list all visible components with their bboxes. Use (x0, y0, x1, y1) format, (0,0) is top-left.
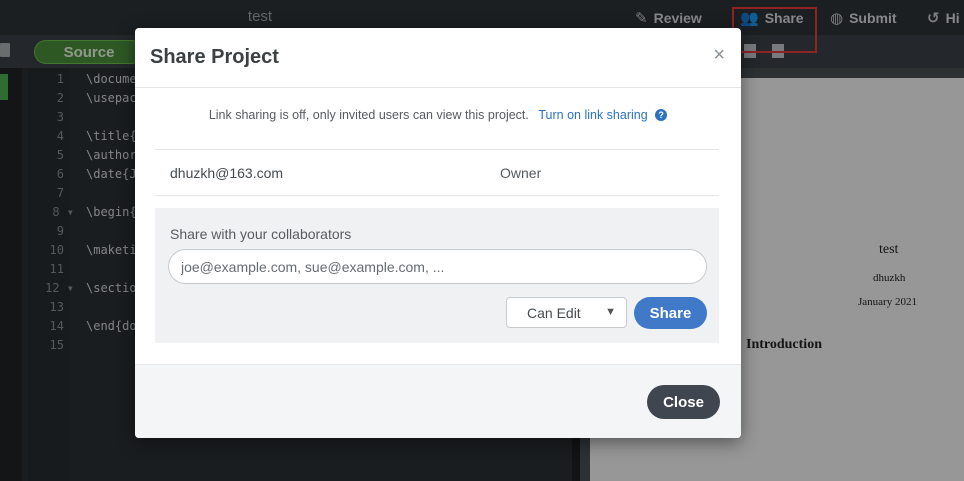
modal-footer: Close (135, 364, 741, 438)
invite-panel: Share with your collaborators Can Edit ▼… (155, 208, 719, 343)
permission-select[interactable]: Can Edit ▼ (506, 297, 627, 328)
link-sharing-status: Link sharing is off, only invited users … (208, 108, 529, 122)
member-role: Owner (500, 165, 542, 181)
link-sharing-row: Link sharing is off, only invited users … (135, 108, 741, 122)
help-icon[interactable]: ? (655, 109, 668, 121)
modal-header: Share Project × (135, 28, 741, 88)
permission-selected-value: Can Edit (527, 304, 581, 321)
member-row: dhuzkh@163.com Owner (155, 149, 719, 196)
chevron-down-icon: ▼ (605, 306, 616, 318)
member-email: dhuzkh@163.com (170, 165, 284, 181)
modal-title: Share Project (150, 46, 279, 68)
collaborator-email-input[interactable] (168, 249, 707, 284)
share-button[interactable]: Share (634, 297, 707, 329)
turn-on-link-sharing-link[interactable]: Turn on link sharing (538, 108, 647, 122)
close-button[interactable]: Close (647, 385, 720, 419)
invite-label: Share with your collaborators (170, 226, 352, 242)
share-project-modal: Share Project × Link sharing is off, onl… (135, 28, 741, 438)
close-icon[interactable]: × (713, 44, 725, 67)
